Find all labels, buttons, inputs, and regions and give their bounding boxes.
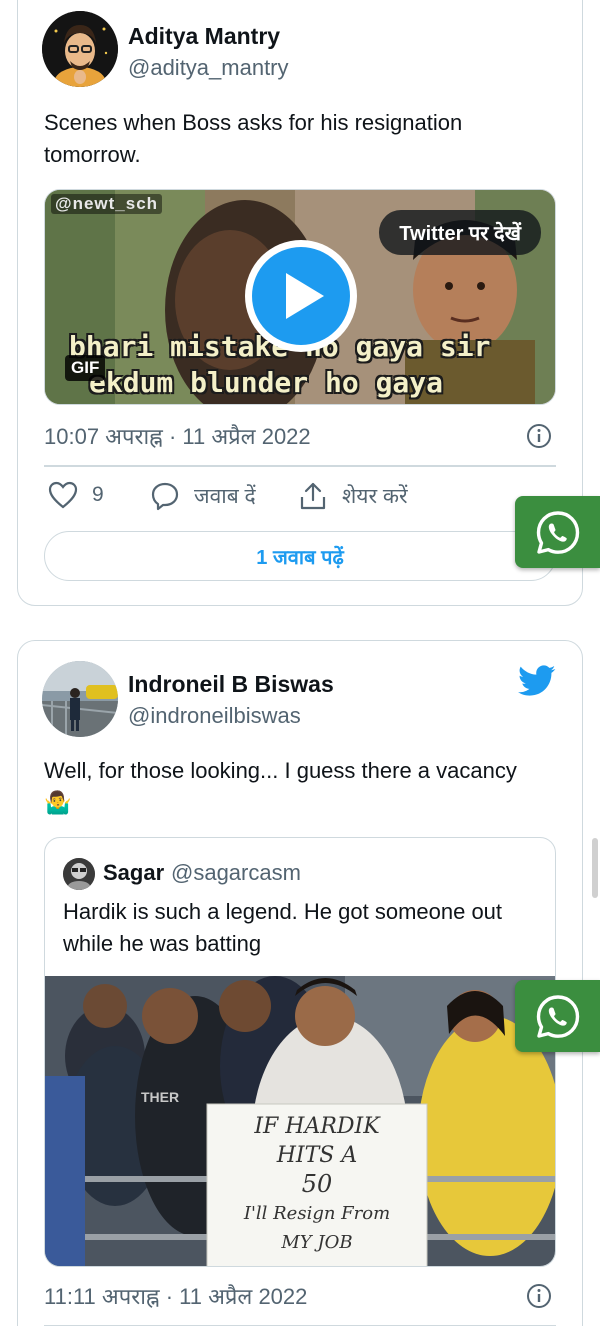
author-handle[interactable]: @aditya_mantry xyxy=(128,55,289,81)
sign-line-2: HITS A xyxy=(276,1143,358,1168)
share-button[interactable]: शेयर करें xyxy=(298,481,408,511)
read-replies-button[interactable]: 1 जवाब पढ़ें xyxy=(44,531,556,581)
whatsapp-share-button[interactable] xyxy=(515,980,600,1052)
avatar[interactable] xyxy=(42,661,118,737)
whatsapp-icon xyxy=(536,511,580,554)
twitter-bird-icon[interactable] xyxy=(518,665,556,697)
tweet-timestamp[interactable]: 11:11 अपराह्न · 11 अप्रैल 2022 xyxy=(44,1281,307,1311)
avatar[interactable] xyxy=(42,11,118,87)
sign-line-5: MY JOB xyxy=(281,1232,353,1253)
sign-line-4: I'll Resign From xyxy=(243,1203,391,1224)
tweet-card-2: Indroneil B Biswas @indroneilbiswas Well… xyxy=(17,640,583,1326)
media-watermark: @newt_sch xyxy=(51,194,163,214)
quoted-tweet-text: Hardik is such a legend. He got someone … xyxy=(63,899,503,956)
gif-caption-line-2: ekdum blunder ho gaya xyxy=(89,366,444,399)
share-label: शेयर करें xyxy=(342,485,408,508)
play-button[interactable] xyxy=(245,240,357,352)
whatsapp-icon xyxy=(536,995,580,1038)
quoted-author-handle[interactable]: @sagarcasm xyxy=(171,860,301,886)
sign-line-3: 50 xyxy=(301,1170,333,1198)
scrollbar[interactable] xyxy=(592,838,598,898)
author-name[interactable]: Indroneil B Biswas xyxy=(128,671,334,698)
tweet-timestamp[interactable]: 10:07 अपराह्न · 11 अप्रैल 2022 xyxy=(44,421,311,451)
tweet-card-1: Aditya Mantry @aditya_mantry Scenes when… xyxy=(17,0,583,606)
reply-button[interactable]: जवाब दें xyxy=(150,481,256,511)
view-on-twitter-button[interactable]: Twitter पर देखें xyxy=(379,210,541,255)
shirt-text: THER xyxy=(141,1089,180,1105)
tweet-text: Scenes when Boss asks for his resignatio… xyxy=(44,110,463,167)
heart-icon xyxy=(48,481,78,509)
quoted-avatar[interactable] xyxy=(63,858,95,890)
like-button[interactable]: 9 xyxy=(48,481,104,509)
reply-icon xyxy=(151,482,179,511)
divider xyxy=(44,465,556,467)
shrug-emoji: 🤷‍♂️ xyxy=(44,790,72,815)
like-count: 9 xyxy=(92,483,104,506)
quoted-photo[interactable]: THER IF HARDIK HITS A 50 I'll Resign Fro… xyxy=(45,976,555,1266)
tweet-text: Well, for those looking... I guess there… xyxy=(44,758,517,783)
info-icon[interactable] xyxy=(526,1283,552,1309)
quoted-author-name[interactable]: Sagar xyxy=(103,860,164,886)
author-name[interactable]: Aditya Mantry xyxy=(128,23,280,50)
protest-sign: IF HARDIK HITS A 50 I'll Resign From MY … xyxy=(209,1112,425,1257)
info-icon[interactable] xyxy=(526,423,552,449)
play-icon xyxy=(286,273,324,319)
whatsapp-share-button[interactable] xyxy=(515,496,600,568)
share-icon xyxy=(300,482,326,510)
quoted-tweet[interactable]: Sagar @sagarcasm Hardik is such a legend… xyxy=(44,837,556,1267)
author-handle[interactable]: @indroneilbiswas xyxy=(128,703,301,729)
gif-badge: GIF xyxy=(65,355,106,381)
gif-media[interactable]: @newt_sch Twitter पर देखें bhari mistake… xyxy=(44,189,556,405)
sign-line-1: IF HARDIK xyxy=(254,1114,380,1139)
reply-label: जवाब दें xyxy=(194,485,256,508)
